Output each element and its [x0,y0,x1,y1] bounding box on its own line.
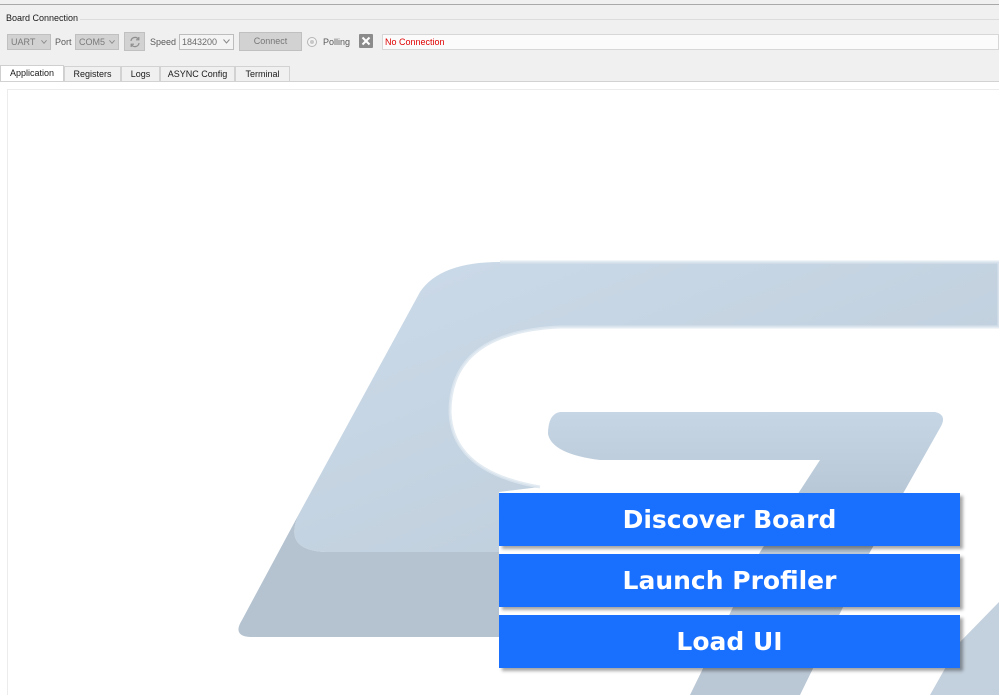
discover-board-button[interactable]: Discover Board [499,493,960,546]
tab-terminal[interactable]: Terminal [235,66,290,81]
tab-bar: Application Registers Logs ASYNC Config … [0,65,999,82]
interface-select[interactable]: UART [7,34,51,50]
tab-async-config[interactable]: ASYNC Config [160,66,235,81]
speed-label: Speed [150,37,177,47]
connection-status: No Connection [382,34,999,50]
port-select[interactable]: COM5 [75,34,119,50]
chevron-down-icon [41,40,47,44]
connect-button[interactable]: Connect [239,32,302,51]
load-ui-button[interactable]: Load UI [499,615,960,668]
port-select-value: COM5 [79,37,106,47]
close-x-glyph [361,36,371,46]
speed-select[interactable]: 1843200 [179,34,234,50]
app-window: Board Connection UART Port COM5 Speed 18… [0,0,999,695]
chevron-down-icon [223,39,230,44]
speed-select-value: 1843200 [182,37,218,47]
top-divider [0,4,999,5]
launch-profiler-button[interactable]: Launch Profiler [499,554,960,607]
group-divider [80,19,999,20]
tab-application[interactable]: Application [0,65,64,82]
close-icon[interactable] [359,34,373,48]
tab-registers[interactable]: Registers [64,66,121,81]
tab-logs[interactable]: Logs [121,66,160,81]
refresh-ports-button[interactable] [124,32,145,51]
board-connection-title: Board Connection [6,13,79,23]
polling-label: Polling [323,37,351,47]
port-label: Port [55,37,72,47]
chevron-down-icon [109,40,115,44]
refresh-icon [130,36,140,48]
interface-select-value: UART [11,37,36,47]
application-panel: Discover Board Launch Profiler Load UI [0,82,999,695]
polling-radio[interactable] [307,37,317,47]
connection-toolbar: UART Port COM5 Speed 1843200 Connect Pol… [0,31,999,53]
